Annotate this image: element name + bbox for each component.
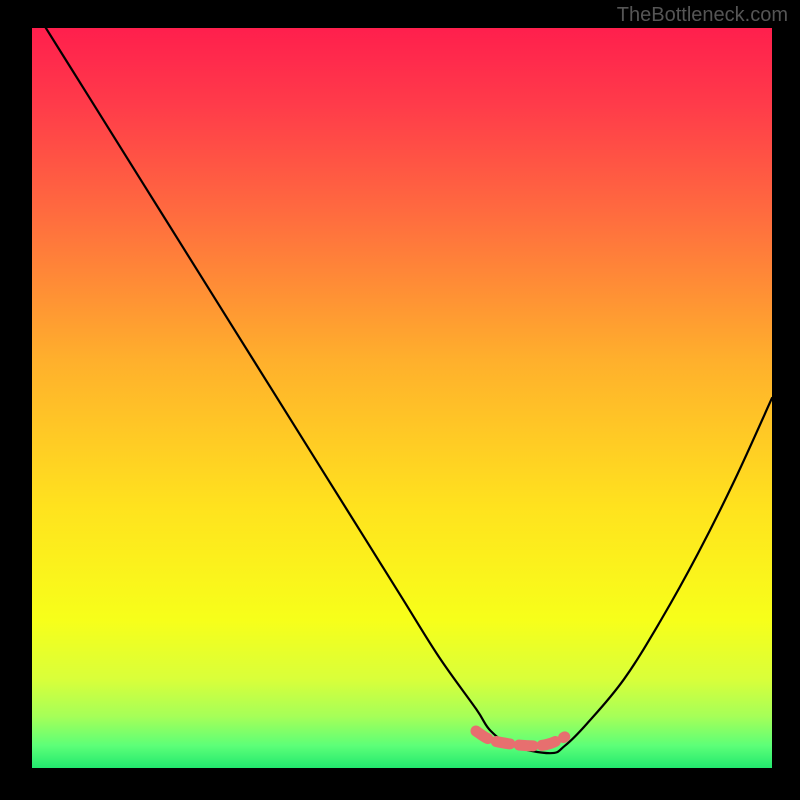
- chart-curve: [32, 28, 772, 768]
- bottleneck-curve-line: [32, 28, 772, 753]
- chart-area: [32, 28, 772, 768]
- watermark-text: TheBottleneck.com: [617, 4, 788, 27]
- optimal-range-highlight: [476, 731, 565, 746]
